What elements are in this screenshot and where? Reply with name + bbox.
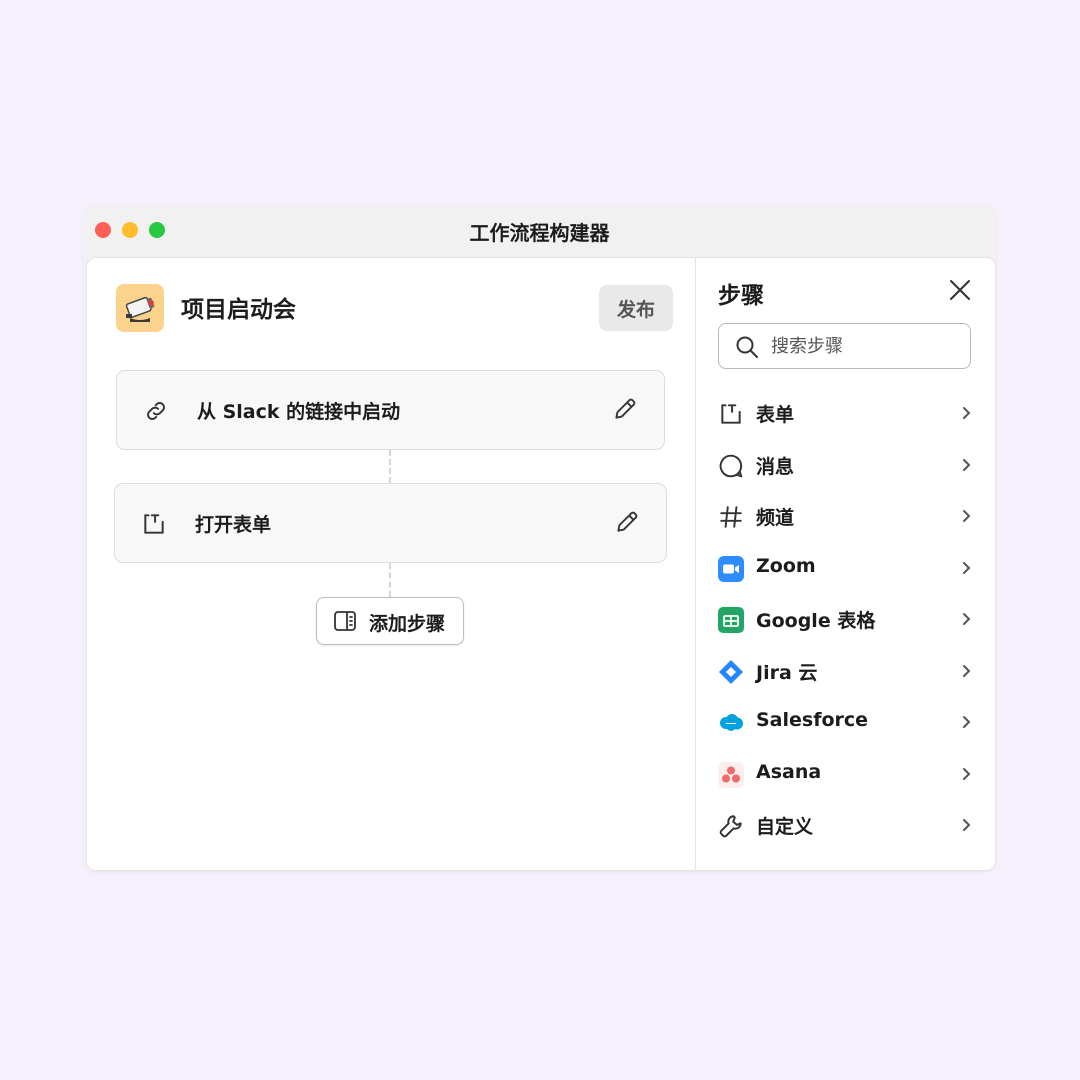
step-type-asana[interactable]: Asana bbox=[718, 754, 974, 794]
step-type-message[interactable]: 消息 bbox=[718, 445, 974, 485]
chevron-right-icon bbox=[958, 663, 974, 679]
publish-button[interactable]: 发布 bbox=[599, 285, 673, 331]
jira-icon bbox=[718, 659, 744, 685]
chevron-right-icon bbox=[958, 611, 974, 627]
chevron-right-icon bbox=[958, 457, 974, 473]
window-title: 工作流程构建器 bbox=[469, 221, 610, 245]
close-icon[interactable] bbox=[948, 278, 972, 302]
step-type-form[interactable]: 表单 bbox=[718, 393, 974, 433]
workflow-canvas: 项目启动会 发布 从 Slack 的链接中启动 打开表单 添加步骤 bbox=[87, 258, 695, 870]
search-box[interactable] bbox=[718, 323, 971, 369]
step-type-channel[interactable]: 频道 bbox=[718, 496, 974, 536]
step-type-label: Asana bbox=[756, 761, 822, 783]
title-bar: 工作流程构建器 bbox=[83, 205, 996, 257]
step-connector bbox=[389, 563, 391, 597]
workflow-step-trigger[interactable]: 从 Slack 的链接中启动 bbox=[116, 370, 665, 450]
search-input[interactable] bbox=[771, 330, 961, 362]
chevron-right-icon bbox=[958, 817, 974, 833]
step-type-label: Jira 云 bbox=[756, 662, 818, 684]
step-type-label: Google 表格 bbox=[756, 610, 876, 632]
hash-icon bbox=[718, 504, 744, 530]
salesforce-icon bbox=[718, 710, 744, 736]
chevron-right-icon bbox=[958, 560, 974, 576]
step-type-zoom[interactable]: Zoom bbox=[718, 548, 974, 588]
step-type-label: 消息 bbox=[756, 456, 795, 478]
step-connector bbox=[389, 450, 391, 483]
pencil-icon[interactable] bbox=[614, 509, 640, 535]
chevron-right-icon bbox=[958, 714, 974, 730]
asana-icon bbox=[718, 762, 744, 788]
wrench-icon bbox=[718, 813, 744, 839]
form-icon bbox=[718, 401, 744, 427]
chevron-right-icon bbox=[958, 405, 974, 421]
workflow-title: 项目启动会 bbox=[181, 297, 296, 323]
add-step-button[interactable]: 添加步骤 bbox=[316, 597, 464, 645]
step-type-label: 表单 bbox=[756, 404, 795, 426]
message-icon bbox=[718, 453, 744, 479]
panel-icon bbox=[333, 610, 357, 632]
add-step-label: 添加步骤 bbox=[369, 613, 446, 635]
step-type-salesforce[interactable]: Salesforce bbox=[718, 702, 974, 742]
workflow-avatar-icon bbox=[116, 284, 164, 332]
panel-title: 步骤 bbox=[718, 283, 764, 309]
link-icon bbox=[143, 398, 169, 424]
step-type-jira[interactable]: Jira 云 bbox=[718, 651, 974, 691]
step-type-label: Zoom bbox=[756, 555, 816, 577]
chevron-right-icon bbox=[958, 508, 974, 524]
step-type-label: 频道 bbox=[756, 507, 795, 529]
step-type-custom[interactable]: 自定义 bbox=[718, 805, 974, 845]
zoom-icon bbox=[718, 556, 744, 582]
chevron-right-icon bbox=[958, 766, 974, 782]
form-icon bbox=[141, 511, 167, 537]
step-label: 打开表单 bbox=[195, 514, 272, 536]
steps-panel: 步骤 搜索步骤 表单 消息 频道 Zoom Google 表格 Jira 云 S… bbox=[695, 258, 995, 870]
workflow-builder-window: 工作流程构建器 项目启动会 发布 从 Slack 的链接中启动 打开表单 添加步… bbox=[83, 205, 996, 871]
window-content: 项目启动会 发布 从 Slack 的链接中启动 打开表单 添加步骤 步骤 搜索步… bbox=[86, 257, 996, 871]
step-label: 从 Slack 的链接中启动 bbox=[197, 401, 401, 423]
step-type-label: 自定义 bbox=[756, 816, 814, 838]
step-type-google-sheets[interactable]: Google 表格 bbox=[718, 599, 974, 639]
step-type-label: Salesforce bbox=[756, 709, 869, 731]
pencil-icon[interactable] bbox=[612, 396, 638, 422]
workflow-step-form[interactable]: 打开表单 bbox=[114, 483, 667, 563]
search-icon bbox=[735, 335, 759, 359]
google-sheets-icon bbox=[718, 607, 744, 633]
